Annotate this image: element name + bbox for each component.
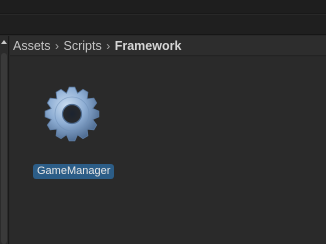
breadcrumb-assets[interactable]: Assets [13, 39, 51, 53]
folder-tree-panel[interactable] [0, 36, 9, 244]
breadcrumb: Assets › Scripts › Framework [10, 36, 326, 56]
window-top-strip [0, 0, 326, 14]
project-toolbar [0, 15, 326, 35]
asset-item-gamemanager[interactable]: GameManager [32, 81, 115, 181]
breadcrumb-framework[interactable]: Framework [115, 39, 182, 53]
breadcrumb-separator-icon: › [106, 38, 111, 53]
gear-icon[interactable] [43, 85, 101, 143]
asset-name-label[interactable]: GameManager [33, 164, 115, 179]
asset-grid[interactable]: GameManager [10, 57, 326, 244]
breadcrumb-separator-icon: › [55, 38, 60, 53]
breadcrumb-scripts[interactable]: Scripts [64, 39, 102, 53]
folder-tree-scrollbar[interactable] [1, 53, 7, 244]
scroll-up-arrow-icon[interactable] [1, 40, 7, 44]
